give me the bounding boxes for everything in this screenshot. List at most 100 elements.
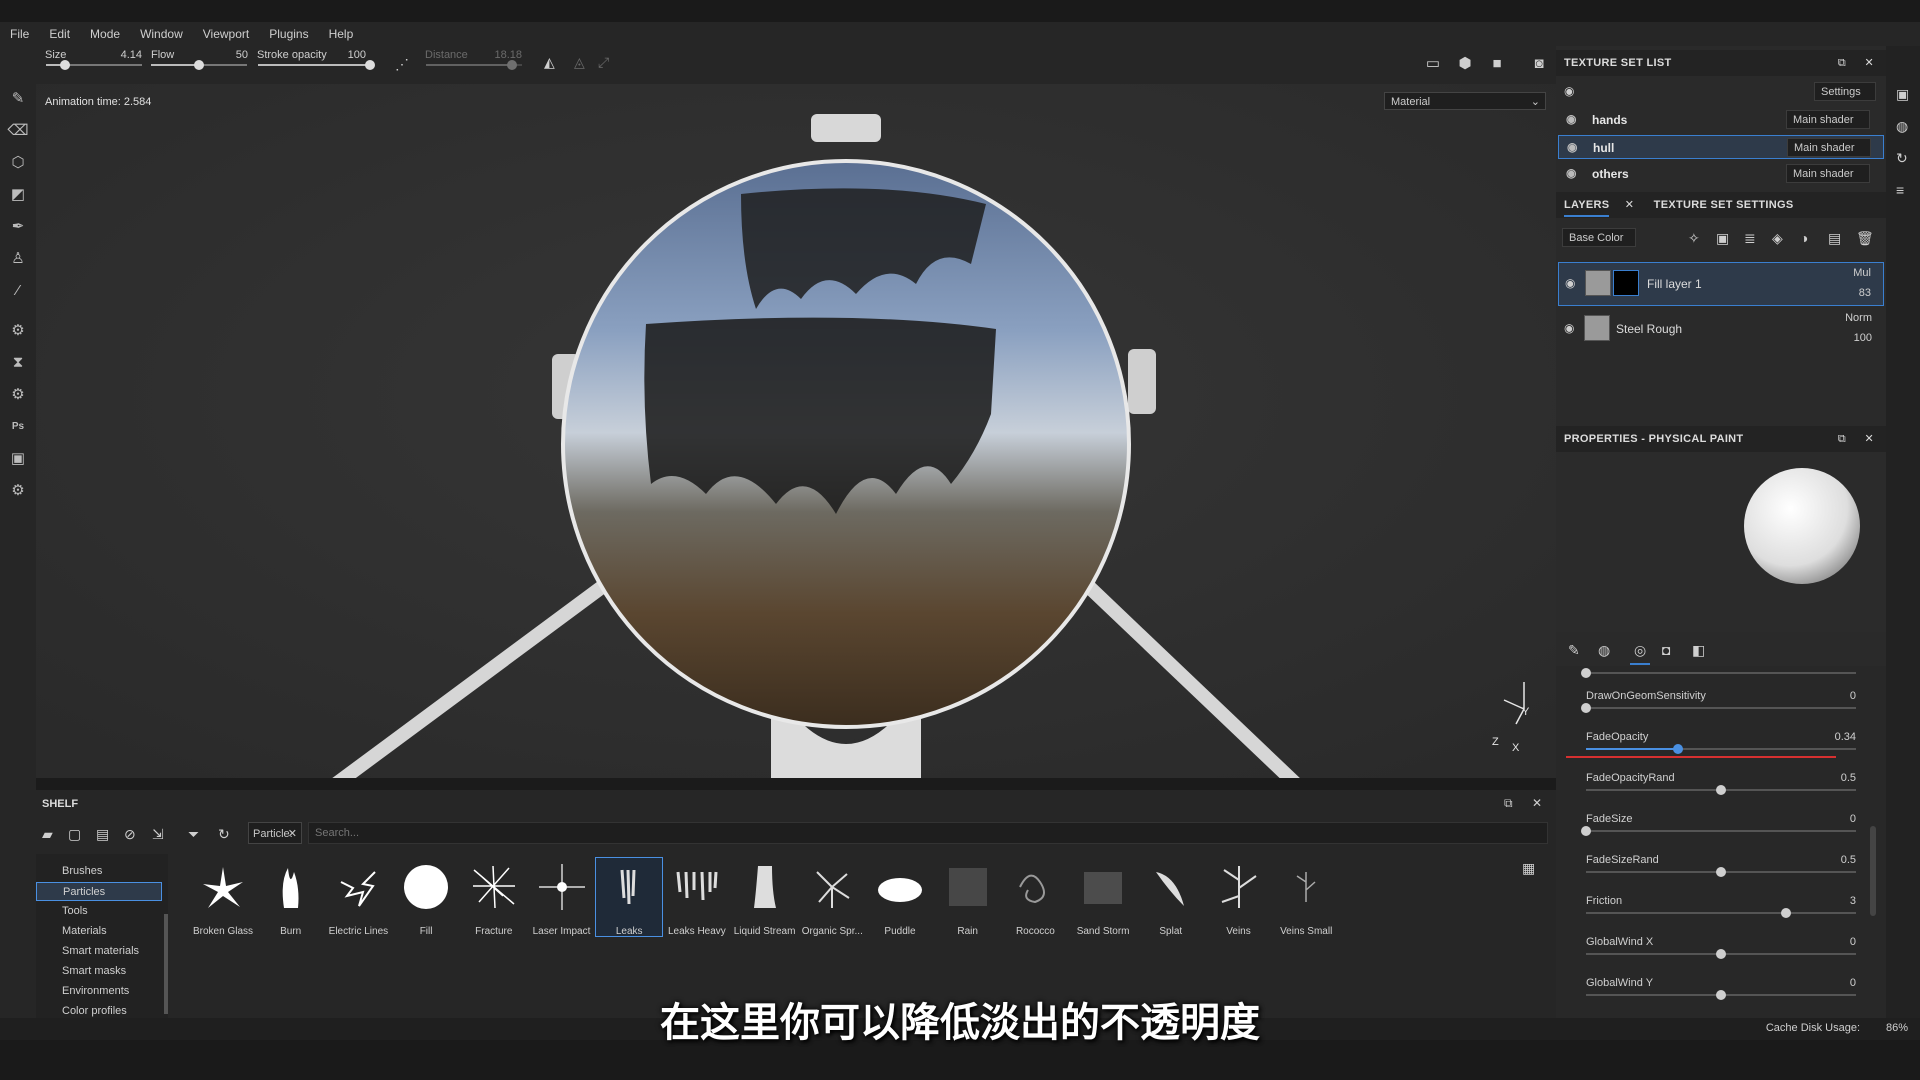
flow-value[interactable]: 50 bbox=[218, 49, 248, 61]
property-slider-knob[interactable] bbox=[1716, 867, 1726, 877]
property-value[interactable]: 3 bbox=[1850, 895, 1856, 907]
close-icon[interactable]: ✕ bbox=[1864, 426, 1874, 452]
category-smart-materials[interactable]: Smart materials bbox=[36, 942, 162, 961]
float-icon[interactable]: ⧉ bbox=[1838, 426, 1846, 452]
stroke-opacity-slider[interactable] bbox=[258, 60, 375, 70]
property-slider-track[interactable] bbox=[1586, 707, 1856, 709]
category-smart-masks[interactable]: Smart masks bbox=[36, 962, 162, 981]
texture-set-hands[interactable]: ◉ hands Main shader bbox=[1558, 108, 1884, 132]
eye-icon[interactable]: ◉ bbox=[1564, 321, 1574, 335]
history-icon[interactable]: ↻ bbox=[1896, 150, 1908, 167]
property-slider-knob[interactable] bbox=[1716, 785, 1726, 795]
tab-layers[interactable]: LAYERS bbox=[1564, 199, 1610, 217]
shelf-item[interactable]: Laser Impact bbox=[529, 858, 595, 937]
property-slider-track[interactable] bbox=[1586, 912, 1856, 914]
layer-row[interactable]: ◉ Fill layer 1 Mul 83 bbox=[1558, 262, 1884, 306]
shelf-item[interactable]: Organic Spr... bbox=[799, 858, 865, 937]
shelf-item[interactable]: Puddle bbox=[867, 858, 933, 937]
distance-slider[interactable] bbox=[426, 60, 522, 70]
gradient-icon[interactable]: ◧ bbox=[1692, 642, 1705, 659]
shelf-item[interactable]: Electric Lines bbox=[325, 858, 391, 937]
library-icon[interactable]: ▤ bbox=[96, 826, 109, 843]
close-icon[interactable]: ✕ bbox=[1625, 199, 1635, 211]
eye-icon[interactable]: ◉ bbox=[1566, 166, 1576, 180]
distance-value[interactable]: 18.18 bbox=[492, 49, 522, 61]
mask-icon[interactable]: ◑ bbox=[1800, 230, 1808, 246]
eye-icon[interactable]: ◉ bbox=[1566, 112, 1576, 126]
layer-opacity[interactable]: 83 bbox=[1859, 287, 1871, 299]
shelf-item[interactable]: Rococco bbox=[1002, 858, 1068, 937]
texture-set-others[interactable]: ◉ others Main shader bbox=[1558, 162, 1884, 186]
property-slider-knob[interactable] bbox=[1780, 908, 1791, 918]
menu-file[interactable]: File bbox=[0, 27, 39, 41]
category-brushes[interactable]: Brushes bbox=[36, 862, 162, 881]
shelf-item[interactable]: Fill bbox=[393, 858, 459, 937]
add-layer-icon[interactable]: ≣ bbox=[1744, 230, 1756, 247]
property-slider-knob[interactable] bbox=[1716, 949, 1726, 959]
hide-icon[interactable]: ⊘ bbox=[124, 826, 136, 843]
category-tools[interactable]: Tools bbox=[36, 902, 162, 921]
menu-window[interactable]: Window bbox=[130, 27, 193, 41]
transform-icon[interactable]: ⤢ bbox=[598, 54, 609, 71]
size-slider[interactable] bbox=[46, 60, 142, 70]
shader-dropdown[interactable]: Main shader bbox=[1786, 110, 1870, 129]
viewport-3d-icon[interactable]: ⬢ bbox=[1454, 52, 1476, 74]
folder-icon[interactable]: ▰ bbox=[42, 826, 53, 843]
property-value[interactable]: 0.34 bbox=[1835, 731, 1856, 743]
layer-row[interactable]: ◉ Steel Rough Norm 100 bbox=[1558, 308, 1884, 352]
shelf-item[interactable]: Fracture bbox=[461, 858, 527, 937]
shelf-item[interactable]: Veins bbox=[1206, 858, 1272, 937]
menu-edit[interactable]: Edit bbox=[39, 27, 80, 41]
symmetry-icon[interactable]: ◭ bbox=[544, 54, 555, 71]
texture-set-hull[interactable]: ◉ hull Main shader bbox=[1558, 135, 1884, 159]
shelf-item[interactable]: Sand Storm bbox=[1070, 858, 1136, 937]
clone-stamp-icon[interactable]: ♙ bbox=[6, 246, 30, 270]
viewport-2d-icon[interactable]: ▭ bbox=[1422, 52, 1444, 74]
property-value[interactable]: 0 bbox=[1850, 690, 1856, 702]
property-value[interactable]: 0.5 bbox=[1841, 854, 1856, 866]
import-icon[interactable]: ⇲ bbox=[152, 826, 164, 843]
shader-dropdown[interactable]: Main shader bbox=[1786, 164, 1870, 183]
property-value[interactable]: 0 bbox=[1850, 813, 1856, 825]
paint-brush-icon[interactable]: ✎ bbox=[6, 86, 30, 110]
symmetry-axis-icon[interactable]: ◬ bbox=[574, 54, 585, 71]
property-row[interactable]: FadeOpacityRand 0.5 bbox=[1586, 772, 1856, 812]
visibility-icon[interactable]: ◉ bbox=[1564, 84, 1574, 98]
size-value[interactable]: 4.14 bbox=[112, 49, 142, 61]
slider-knob[interactable] bbox=[1581, 668, 1591, 678]
property-row[interactable]: FadeOpacity 0.34 bbox=[1586, 731, 1856, 771]
menu-help[interactable]: Help bbox=[319, 27, 364, 41]
property-row[interactable]: GlobalWind X 0 bbox=[1586, 936, 1856, 976]
bake-icon[interactable]: ⚙ bbox=[6, 318, 30, 342]
export-icon[interactable]: ⧗ bbox=[6, 350, 30, 374]
filter-tag[interactable]: Particle: ✕ bbox=[248, 822, 302, 844]
blend-mode[interactable]: Mul bbox=[1853, 267, 1871, 279]
polygon-fill-icon[interactable]: ◩ bbox=[6, 182, 30, 206]
plugin-icon[interactable]: ⚙ bbox=[6, 382, 30, 406]
texture-set-settings-dropdown[interactable]: Settings bbox=[1814, 82, 1876, 101]
log-icon[interactable]: ≡ bbox=[1896, 182, 1904, 198]
3d-viewport[interactable] bbox=[36, 84, 1556, 778]
eye-icon[interactable]: ◉ bbox=[1565, 276, 1575, 290]
shader-settings-icon[interactable]: ◍ bbox=[1896, 118, 1908, 135]
fill-layer-icon[interactable]: ◈ bbox=[1772, 230, 1783, 247]
flow-slider[interactable] bbox=[151, 60, 247, 70]
camera-icon[interactable]: ■ bbox=[1486, 52, 1508, 74]
layer-opacity[interactable]: 100 bbox=[1854, 332, 1872, 344]
screenshot-icon[interactable]: ◙ bbox=[1528, 52, 1550, 74]
property-value[interactable]: 0 bbox=[1850, 977, 1856, 989]
alpha-icon[interactable]: ◍ bbox=[1598, 642, 1610, 659]
settings-icon[interactable]: ⚙ bbox=[6, 478, 30, 502]
shelf-item[interactable]: Leaks Heavy bbox=[664, 858, 730, 937]
shelf-item[interactable]: Veins Small bbox=[1273, 858, 1339, 937]
property-value[interactable]: 0 bbox=[1850, 936, 1856, 948]
float-icon[interactable]: ⧉ bbox=[1838, 50, 1846, 76]
property-row[interactable]: FadeSize 0 bbox=[1581, 813, 1856, 853]
shelf-item[interactable]: Liquid Stream bbox=[732, 858, 798, 937]
property-slider-knob[interactable] bbox=[1581, 826, 1591, 836]
filter-icon[interactable]: ⏷ bbox=[188, 826, 199, 843]
slider-track[interactable] bbox=[1586, 672, 1856, 674]
category-materials[interactable]: Materials bbox=[36, 922, 162, 941]
property-slider-track[interactable] bbox=[1586, 830, 1856, 832]
shelf-item[interactable]: Rain bbox=[935, 858, 1001, 937]
